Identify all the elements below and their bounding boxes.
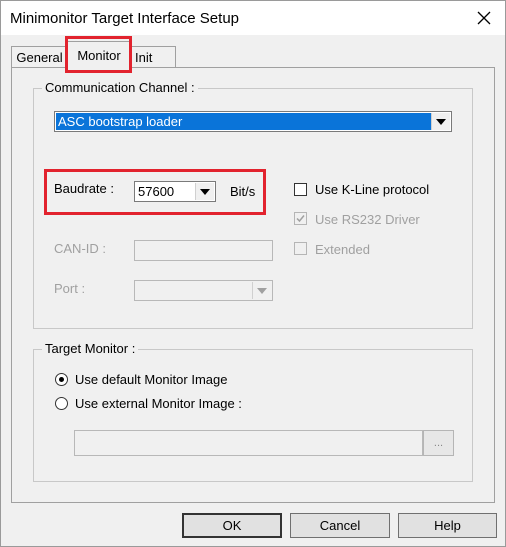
close-icon [477, 11, 491, 25]
canid-label: CAN-ID : [54, 241, 106, 256]
title-bar: Minimonitor Target Interface Setup [1, 1, 505, 35]
tab-init-label: Init [135, 49, 153, 65]
default-image-label[interactable]: Use default Monitor Image [75, 372, 227, 387]
port-select-value [136, 282, 252, 299]
channel-select[interactable]: ASC bootstrap loader [54, 111, 452, 132]
browse-button-label: ... [433, 437, 444, 449]
baudrate-unit: Bit/s [230, 184, 256, 199]
cancel-button-label: Cancel [319, 518, 361, 533]
help-button[interactable]: Help [398, 513, 497, 538]
chevron-down-icon [200, 188, 210, 195]
close-button[interactable] [471, 5, 497, 31]
rs232-checkbox[interactable] [294, 212, 307, 225]
chevron-down-icon [257, 287, 267, 294]
port-label: Port : [54, 281, 86, 296]
dialog-window: Minimonitor Target Interface Setup Gener… [0, 0, 506, 547]
baudrate-select-value: 57600 [138, 184, 175, 199]
channel-select-value: ASC bootstrap loader [56, 113, 431, 130]
extended-label[interactable]: Extended [315, 242, 370, 257]
kline-checkbox[interactable] [294, 183, 307, 196]
external-image-path-input[interactable] [74, 430, 423, 456]
canid-input[interactable] [134, 240, 273, 261]
baudrate-label: Baudrate : [54, 181, 114, 196]
tab-init[interactable]: Init [130, 46, 176, 67]
external-image-label[interactable]: Use external Monitor Image : [75, 396, 242, 411]
tab-general[interactable]: General [11, 46, 68, 68]
rs232-label[interactable]: Use RS232 Driver [315, 212, 420, 227]
target-monitor-group: Target Monitor : [33, 341, 473, 482]
tab-monitor-label: Monitor [77, 48, 121, 63]
help-button-label: Help [434, 518, 461, 533]
window-title: Minimonitor Target Interface Setup [10, 10, 240, 27]
checkmark-icon [296, 215, 305, 223]
baudrate-dropdown-button[interactable] [195, 183, 214, 200]
port-select[interactable] [134, 280, 273, 301]
ok-button[interactable]: OK [182, 513, 282, 538]
kline-label[interactable]: Use K-Line protocol [315, 182, 429, 197]
cancel-button[interactable]: Cancel [290, 513, 390, 538]
tab-monitor[interactable]: Monitor [67, 41, 131, 69]
channel-dropdown-button[interactable] [431, 113, 450, 130]
ok-button-label: OK [222, 518, 242, 533]
tab-general-label: General [16, 50, 63, 65]
external-image-radio[interactable] [55, 397, 68, 410]
chevron-down-icon [436, 118, 446, 125]
radio-selected-dot [59, 377, 64, 382]
extended-checkbox[interactable] [294, 242, 307, 255]
communication-channel-legend: Communication Channel : [42, 80, 198, 95]
target-monitor-legend: Target Monitor : [42, 341, 139, 356]
port-dropdown-button[interactable] [252, 282, 271, 299]
baudrate-select[interactable]: 57600 [134, 181, 216, 202]
default-image-radio[interactable] [55, 373, 68, 386]
browse-button[interactable]: ... [423, 430, 454, 456]
